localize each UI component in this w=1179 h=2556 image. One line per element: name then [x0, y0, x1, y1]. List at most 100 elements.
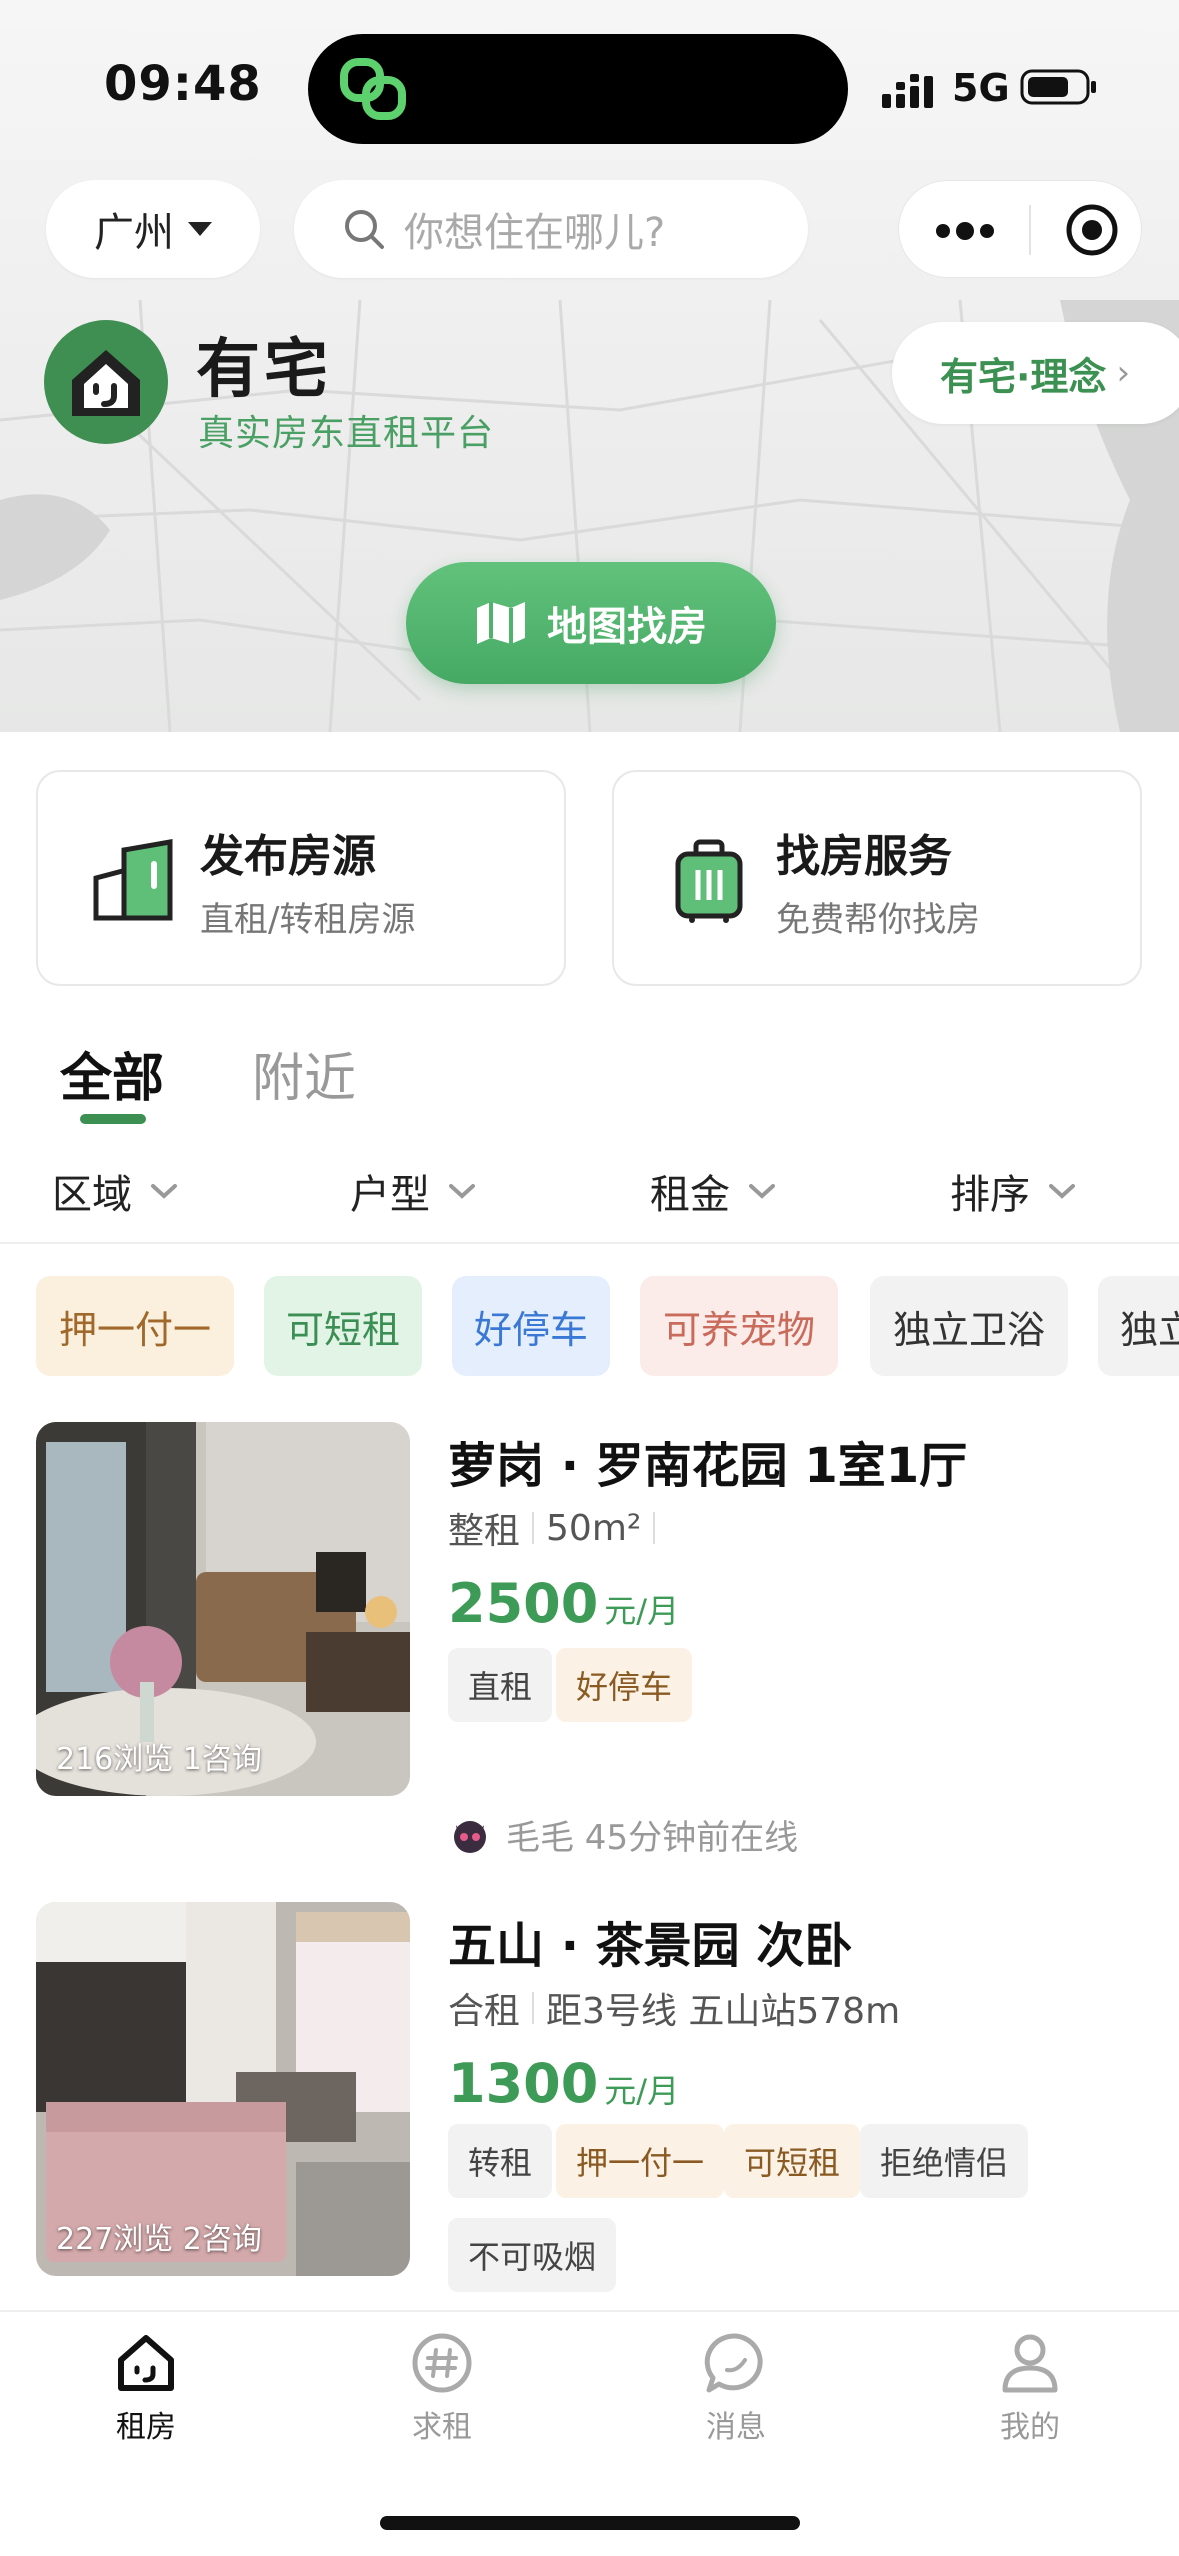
capsule-divider	[1029, 205, 1031, 255]
filter-sort[interactable]: 排序	[950, 1162, 1076, 1220]
chip-private-bathroom[interactable]: 独立卫浴	[870, 1276, 1068, 1376]
price-unit: 元/月	[604, 1592, 680, 1630]
chevron-right-icon: ›	[1116, 353, 1131, 393]
dynamic-island	[308, 34, 848, 144]
more-icon[interactable]	[933, 221, 997, 241]
chevron-down-icon	[151, 1184, 177, 1199]
find-home-title: 找房服务	[776, 831, 952, 882]
brand-name: 有宅	[196, 333, 332, 407]
chip-pets-allowed[interactable]: 可养宠物	[640, 1276, 838, 1376]
owner-avatar	[454, 1820, 486, 1853]
rent-type: 整租	[448, 1511, 521, 1552]
price-unit: 元/月	[604, 2072, 680, 2110]
tag-easy-parking: 好停车	[556, 1648, 693, 1722]
quick-filter-chips: 押一付一 可短租 好停车 可养宠物 独立卫浴 独立	[0, 1276, 1179, 1376]
post-listing-subtitle: 直租/转租房源	[200, 900, 416, 940]
listing-price: 1300 元/月	[448, 2052, 679, 2115]
listing-card[interactable]: 216浏览 1咨询 萝岗 · 罗南花园 1室1厅 整租 50m² 2500 元/…	[0, 1422, 1179, 1858]
active-tab-indicator	[80, 1114, 146, 1124]
tag-direct-rent: 直租	[448, 1648, 553, 1722]
find-home-subtitle: 免费帮你找房	[776, 900, 980, 940]
map-search-label: 地图找房	[547, 604, 707, 650]
filter-layout-label: 户型	[350, 1172, 430, 1218]
search-bar[interactable]: 你想住在哪儿?	[294, 180, 808, 278]
search-icon	[345, 210, 384, 249]
listing-price: 2500 元/月	[448, 1572, 679, 1635]
link-icon	[340, 58, 406, 120]
map-search-button[interactable]: 地图找房	[406, 562, 776, 684]
filter-layout[interactable]: 户型	[350, 1162, 476, 1220]
price-amount: 1300	[448, 2052, 599, 2115]
rent-type: 合租	[448, 1991, 521, 2032]
tag-no-smoking: 不可吸烟	[448, 2218, 617, 2292]
nav-rent-label: 租房	[116, 2410, 176, 2445]
profile-icon	[1002, 2334, 1058, 2393]
caret-down-icon	[188, 222, 212, 236]
house-logo-icon	[72, 350, 140, 416]
network-type: 5G	[952, 66, 1010, 110]
owner-info: 毛毛 45分钟前在线	[450, 1810, 798, 1859]
brand-concept-button[interactable]: 有宅·理念 ›	[892, 322, 1179, 424]
listing-photo[interactable]: 227浏览 2咨询	[36, 1902, 410, 2276]
filter-sort-label: 排序	[950, 1172, 1030, 1218]
listing-stats: 227浏览 2咨询	[56, 2222, 262, 2257]
brand-slogan: 真实房东直租平台	[198, 413, 495, 454]
tag-short-term: 可短租	[724, 2124, 861, 2198]
chevron-down-icon	[749, 1184, 775, 1199]
tag-sublet: 转租	[448, 2124, 553, 2198]
chip-partial[interactable]: 独立	[1098, 1276, 1179, 1376]
nav-messages-label: 消息	[706, 2410, 766, 2445]
concept-label: 有宅·理念	[940, 354, 1107, 399]
tab-all[interactable]: 全部	[60, 1036, 164, 1111]
map-icon	[477, 602, 525, 644]
brand-logo	[44, 320, 168, 444]
filter-rent-label: 租金	[650, 1172, 730, 1218]
post-listing-title: 发布房源	[200, 831, 376, 882]
chevron-down-icon	[449, 1184, 475, 1199]
nav-profile-label: 我的	[1000, 2410, 1060, 2445]
nav-seek[interactable]: 求租	[352, 2330, 532, 2446]
filter-bar: 区域 户型 租金 排序	[0, 1150, 1179, 1244]
meta-divider	[532, 1512, 535, 1544]
filter-rent[interactable]: 租金	[650, 1162, 776, 1220]
signal-icon	[882, 74, 933, 108]
listing-meta: 整租 50m²	[448, 1502, 667, 1554]
meta-divider	[653, 1512, 656, 1544]
search-placeholder: 你想住在哪儿?	[404, 210, 666, 256]
filter-area-label: 区域	[52, 1172, 132, 1218]
chip-deposit-one[interactable]: 押一付一	[36, 1276, 234, 1376]
tag-deposit-one: 押一付一	[556, 2124, 725, 2198]
nav-seek-label: 求租	[412, 2410, 472, 2445]
chip-short-term[interactable]: 可短租	[264, 1276, 422, 1376]
listing-title: 五山 · 茶景园 次卧	[448, 1918, 853, 1974]
listing-stats: 216浏览 1咨询	[56, 1742, 262, 1777]
owner-status: 毛毛 45分钟前在线	[506, 1818, 799, 1858]
find-home-service-card[interactable]: 找房服务 免费帮你找房	[612, 770, 1142, 986]
listing-title: 萝岗 · 罗南花园 1室1厅	[448, 1438, 968, 1494]
tag-no-couples: 拒绝情侣	[860, 2124, 1029, 2198]
home-icon	[118, 2335, 174, 2391]
tab-nearby[interactable]: 附近	[252, 1036, 356, 1111]
listing-area: 50m²	[546, 1507, 642, 1549]
listing-card[interactable]: 227浏览 2咨询 五山 · 茶景园 次卧 合租 距3号线 五山站578m 13…	[0, 1902, 1179, 2322]
meta-divider	[532, 1992, 535, 2024]
filter-area[interactable]: 区域	[52, 1162, 178, 1220]
hero-banner: 09:48 5G 广州 你想住在哪儿? 有宅 真实房东直租平台 有宅·理念 › …	[0, 0, 1179, 732]
close-miniprogram-icon[interactable]	[1065, 203, 1119, 257]
house-icon	[93, 839, 173, 921]
battery-icon	[1020, 69, 1096, 105]
status-time: 09:48	[104, 56, 262, 112]
nav-profile[interactable]: 我的	[940, 2330, 1120, 2446]
miniprogram-capsule	[898, 180, 1142, 278]
hashtag-icon	[412, 2333, 472, 2393]
home-indicator	[380, 2516, 800, 2530]
chat-icon	[704, 2333, 763, 2393]
chip-easy-parking[interactable]: 好停车	[452, 1276, 610, 1376]
nav-rent[interactable]: 租房	[56, 2330, 236, 2446]
listing-photo[interactable]: 216浏览 1咨询	[36, 1422, 410, 1796]
nav-messages[interactable]: 消息	[646, 2330, 826, 2446]
luggage-icon	[675, 839, 743, 923]
listing-meta: 合租 距3号线 五山站578m	[448, 1982, 900, 2034]
post-listing-card[interactable]: 发布房源 直租/转租房源	[36, 770, 566, 986]
city-selector[interactable]: 广州	[46, 180, 260, 278]
